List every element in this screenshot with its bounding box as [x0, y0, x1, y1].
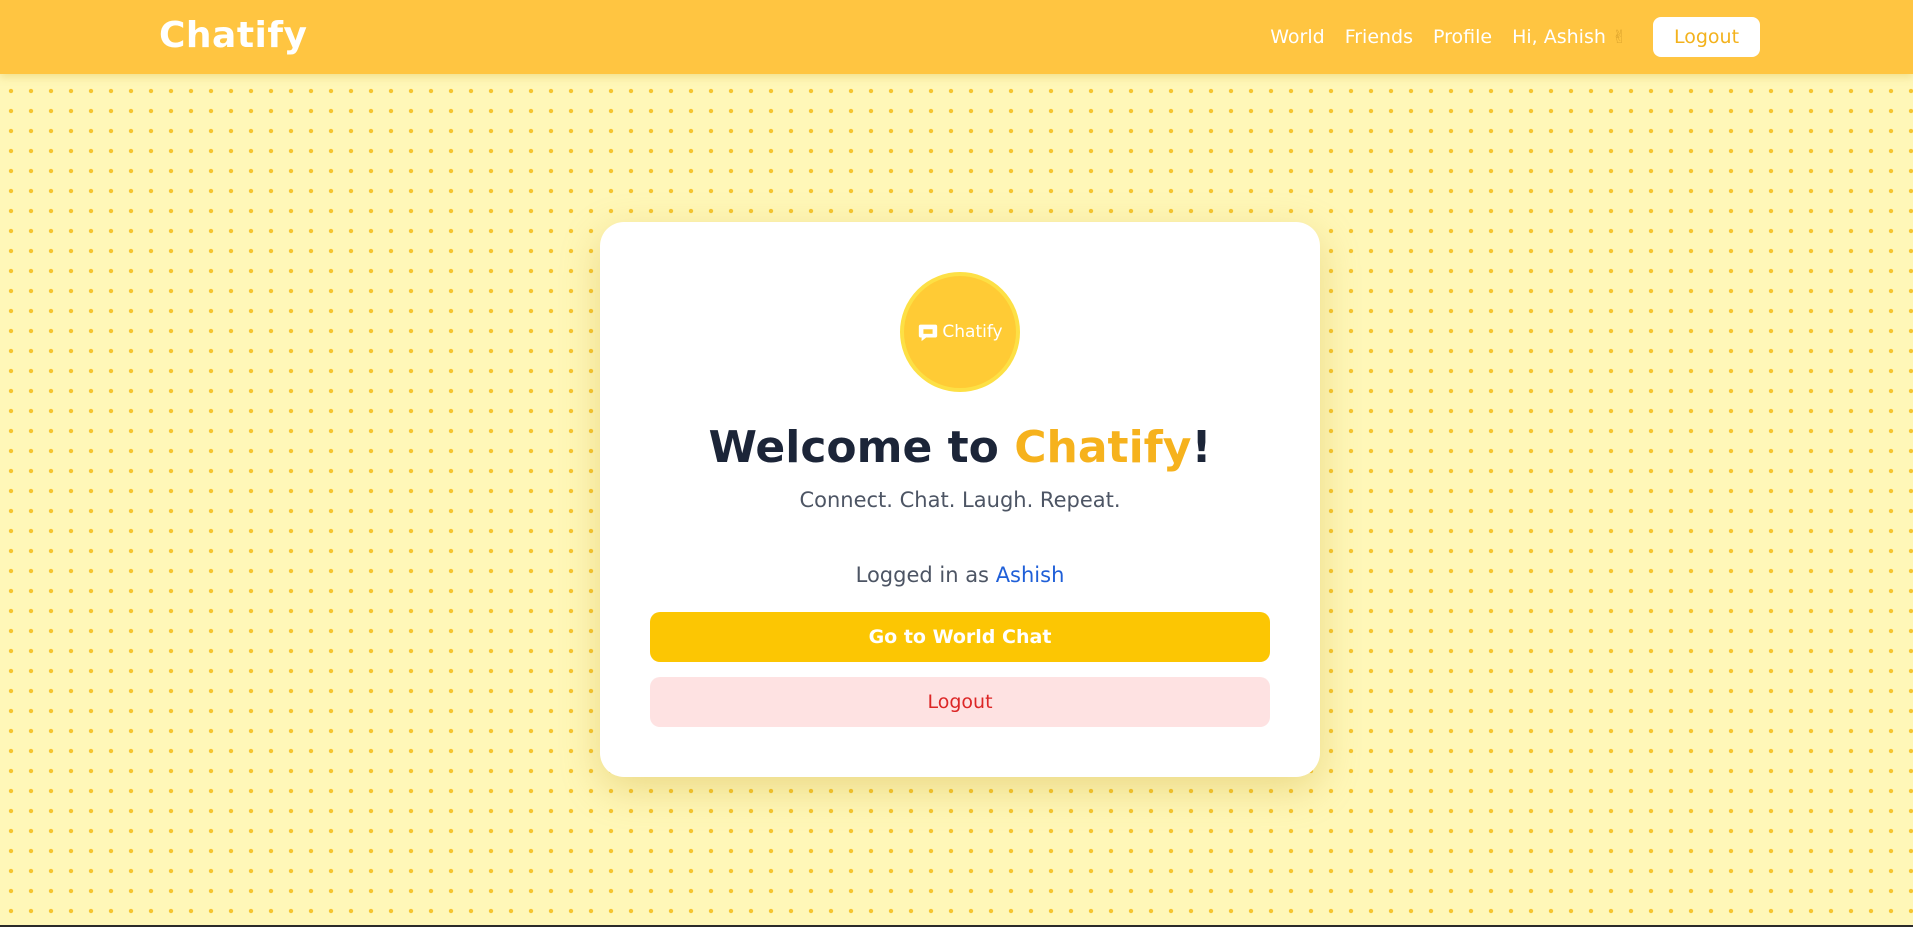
top-navbar: Chatify World Friends Profile Hi, Ashish…: [0, 0, 1913, 74]
welcome-card: Chatify Welcome to Chatify! Connect. Cha…: [600, 222, 1320, 777]
logo-content: Chatify: [917, 321, 1003, 343]
nav-link-world[interactable]: World: [1270, 26, 1324, 48]
nav-links: World Friends Profile Hi, Ashish ✌ Logou…: [1270, 17, 1760, 57]
waving-hand-icon: ✌: [1611, 26, 1627, 48]
logged-in-status: Logged in as Ashish: [600, 563, 1320, 587]
page-title: Welcome to Chatify!: [600, 422, 1320, 473]
chatify-logo: Chatify: [900, 272, 1020, 392]
title-suffix: !: [1191, 422, 1212, 473]
card-logout-button[interactable]: Logout: [650, 677, 1270, 727]
navbar-logout-button[interactable]: Logout: [1653, 17, 1760, 57]
greeting-text: Hi, Ashish: [1512, 26, 1606, 48]
nav-link-friends[interactable]: Friends: [1345, 26, 1413, 48]
chat-bubble-icon: [919, 324, 938, 342]
title-accent: Chatify: [1014, 422, 1192, 473]
logged-in-username: Ashish: [995, 563, 1065, 587]
go-to-world-chat-button[interactable]: Go to World Chat: [650, 612, 1270, 662]
tagline: Connect. Chat. Laugh. Repeat.: [799, 488, 1121, 512]
logged-in-prefix: Logged in as: [855, 563, 996, 587]
nav-link-profile[interactable]: Profile: [1433, 26, 1492, 48]
brand-logo[interactable]: Chatify: [159, 15, 308, 56]
user-greeting: Hi, Ashish ✌: [1512, 26, 1627, 48]
title-prefix: Welcome to: [708, 422, 1015, 473]
logo-text: Chatify: [942, 322, 1003, 342]
